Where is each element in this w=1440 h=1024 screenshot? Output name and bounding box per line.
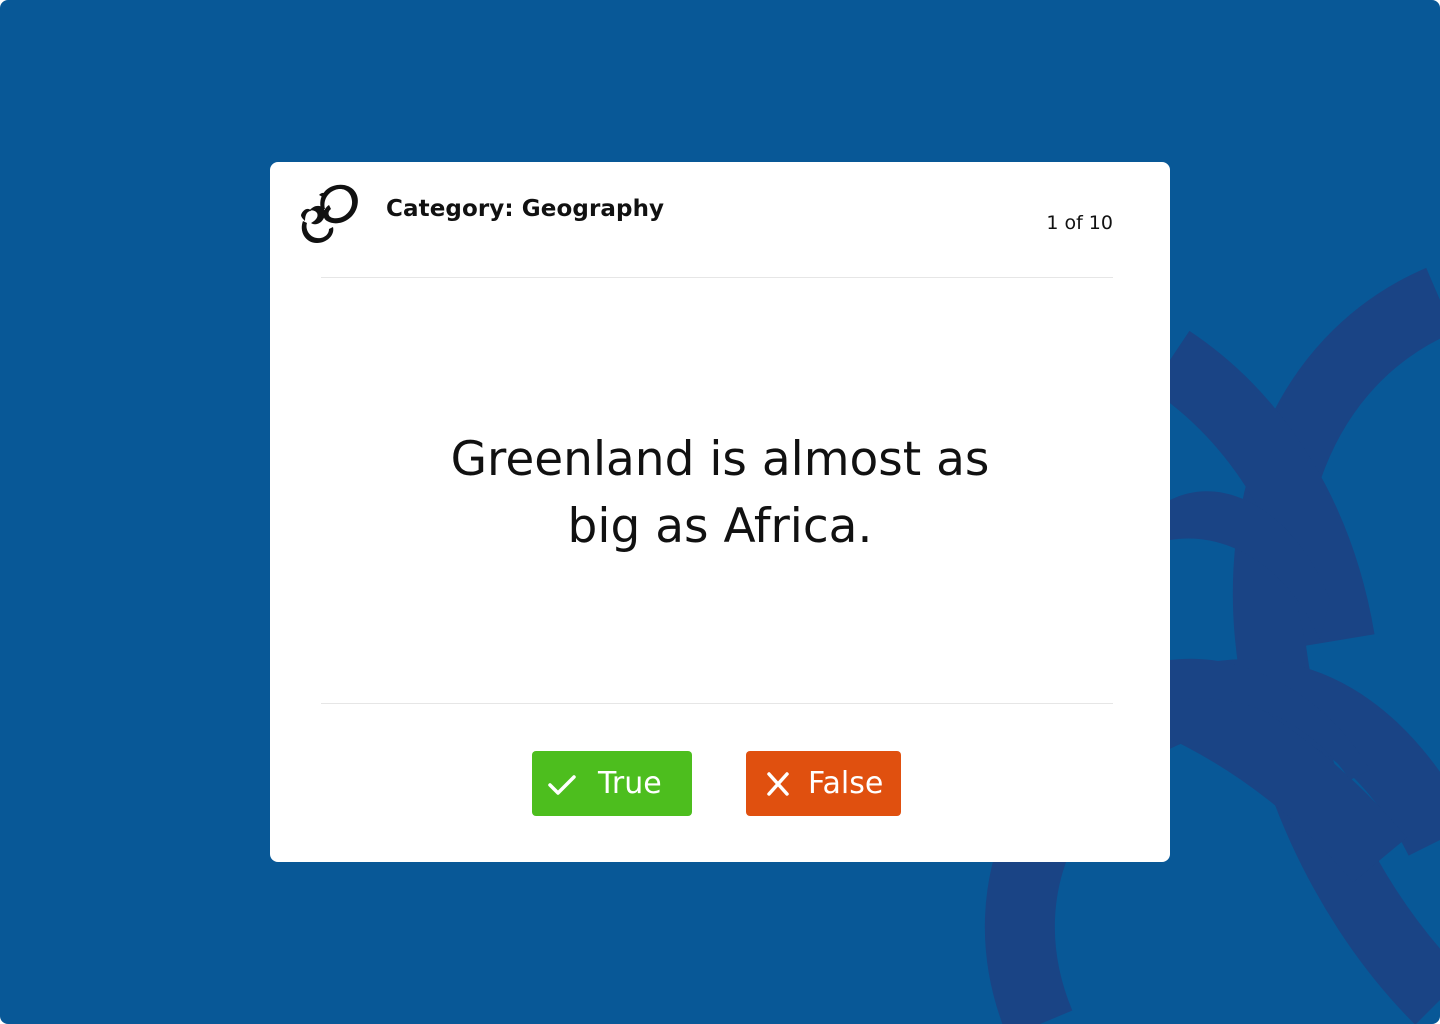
check-icon: [548, 774, 576, 795]
footer-divider: [321, 703, 1113, 704]
category-label: Category: Geography: [386, 196, 665, 222]
question-text: Greenland is almost as big as Africa.: [450, 432, 990, 554]
question-progress: 1 of 10: [1046, 212, 1113, 234]
quiz-card: Category: Geography 1 of 10 Greenland is…: [270, 162, 1170, 862]
true-button[interactable]: True: [532, 751, 692, 816]
false-button-label: False: [808, 766, 884, 801]
true-button-label: True: [598, 766, 662, 801]
brand-logo-icon: [301, 184, 358, 243]
app-background: Category: Geography 1 of 10 Greenland is…: [0, 0, 1440, 1024]
close-icon: [767, 771, 789, 796]
header-divider: [321, 277, 1113, 278]
false-button[interactable]: False: [746, 751, 901, 816]
